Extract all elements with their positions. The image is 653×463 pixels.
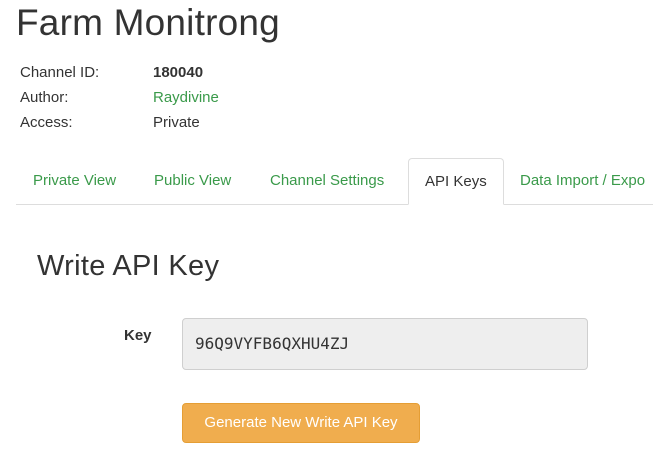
meta-channel-id: Channel ID: 180040 xyxy=(20,60,219,85)
key-label: Key xyxy=(124,327,152,344)
author-link[interactable]: Raydivine xyxy=(153,89,219,106)
tab-public-view[interactable]: Public View xyxy=(138,158,247,204)
meta-label: Channel ID: xyxy=(20,64,100,81)
meta-label: Author: xyxy=(20,89,69,106)
tab-api-keys[interactable]: API Keys xyxy=(408,158,504,205)
channel-id-value: 180040 xyxy=(153,64,204,81)
meta-access: Access: Private xyxy=(20,110,219,135)
meta-author: Author: Raydivine xyxy=(20,85,219,110)
generate-write-api-key-button[interactable]: Generate New Write API Key xyxy=(182,403,420,443)
channel-tabs: Private View Public View Channel Setting… xyxy=(16,158,653,205)
channel-meta: Channel ID: 180040 Author: Raydivine Acces… xyxy=(20,60,219,135)
access-value: Private xyxy=(153,114,200,131)
write-api-key-heading: Write API Key xyxy=(37,250,220,282)
tab-data-import-export[interactable]: Data Import / Expo xyxy=(504,158,653,204)
channel-title: Farm Monitrong xyxy=(16,2,280,43)
write-api-key-field[interactable]: 96Q9VYFB6QXHU4ZJ xyxy=(182,318,588,370)
tab-private-view[interactable]: Private View xyxy=(17,158,132,204)
tab-channel-settings[interactable]: Channel Settings xyxy=(254,158,400,204)
meta-label: Access: xyxy=(20,114,73,131)
